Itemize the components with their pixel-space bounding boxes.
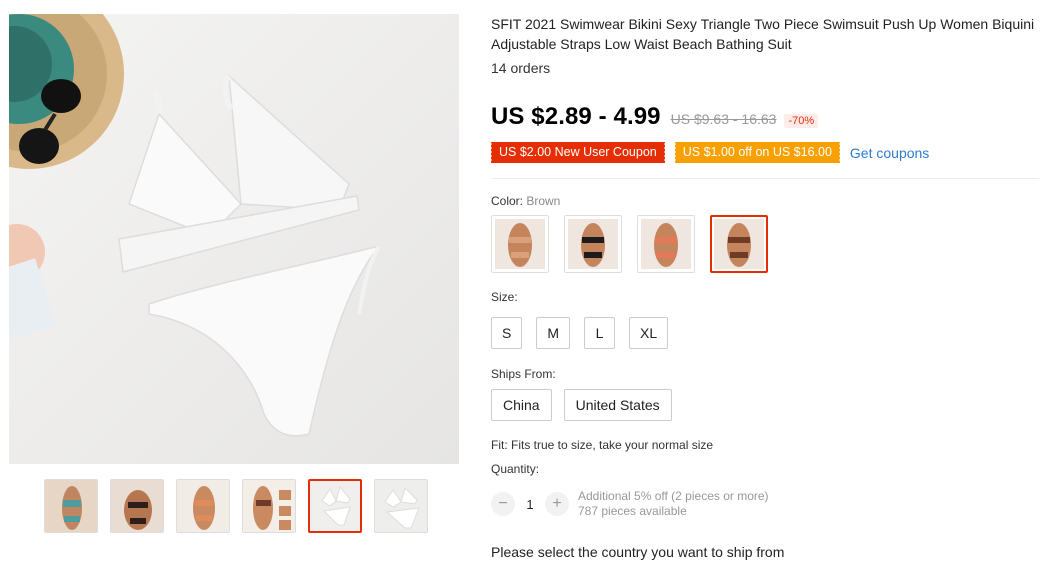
ships-from-china[interactable]: China xyxy=(491,389,552,421)
current-price: US $2.89 - 4.99 xyxy=(491,103,661,130)
quantity-value[interactable]: 1 xyxy=(515,497,545,512)
orders-count: 14 orders xyxy=(491,60,551,76)
discount-badge: -70% xyxy=(784,114,819,128)
ship-country-prompt: Please select the country you want to sh… xyxy=(491,544,785,560)
ships-from-united-states[interactable]: United States xyxy=(563,389,672,421)
product-title: SFIT 2021 Swimwear Bikini Sexy Triangle … xyxy=(491,16,1035,52)
quantity-increase-button[interactable]: + xyxy=(545,492,569,516)
fit-note: Fit: Fits true to size, take your normal… xyxy=(491,438,714,452)
color-selected-value: Brown xyxy=(526,194,561,208)
quantity-stepper: − 1 + Additional 5% off (2 pieces or mor… xyxy=(491,489,1046,519)
color-swatch-1[interactable] xyxy=(491,215,549,273)
price-row: US $2.89 - 4.99 US $9.63 - 16.63 -70% xyxy=(491,103,1046,131)
color-label: Color: Brown xyxy=(491,194,1046,208)
color-swatch-2[interactable] xyxy=(564,215,622,273)
stock-available: 787 pieces available xyxy=(578,504,687,518)
divider xyxy=(491,178,1039,179)
ships-from-label: Ships From: xyxy=(491,367,556,381)
thumbnail-2[interactable] xyxy=(110,479,164,533)
thumbnail-strip xyxy=(44,479,428,533)
size-option-l[interactable]: L xyxy=(584,317,616,349)
thumbnail-5-selected[interactable] xyxy=(308,479,362,533)
bulk-discount-note: Additional 5% off (2 pieces or more) xyxy=(578,489,769,503)
main-product-image xyxy=(9,14,459,464)
thumbnail-1[interactable] xyxy=(44,479,98,533)
quantity-label: Quantity: xyxy=(491,462,540,476)
thumbnail-6[interactable] xyxy=(374,479,428,533)
get-coupons-link[interactable]: Get coupons xyxy=(850,145,929,161)
thumbnail-4[interactable] xyxy=(242,479,296,533)
ships-from-options: China United States xyxy=(491,389,1046,421)
size-options: S M L XL xyxy=(491,317,1046,349)
color-label-text: Color: xyxy=(491,194,527,208)
color-swatch-4-selected[interactable] xyxy=(710,215,768,273)
size-option-m[interactable]: M xyxy=(536,317,571,349)
product-info: SFIT 2021 Swimwear Bikini Sexy Triangle … xyxy=(490,14,1046,560)
color-swatch-3[interactable] xyxy=(637,215,695,273)
size-option-s[interactable]: S xyxy=(491,317,523,349)
coupon-row: US $2.00 New User Coupon US $1.00 off on… xyxy=(490,142,1046,163)
quantity-decrease-button[interactable]: − xyxy=(491,492,515,516)
new-user-coupon[interactable]: US $2.00 New User Coupon xyxy=(490,142,665,163)
original-price: US $9.63 - 16.63 xyxy=(670,111,777,127)
size-option-xl[interactable]: XL xyxy=(629,317,669,349)
color-options xyxy=(491,215,1046,273)
store-coupon[interactable]: US $1.00 off on US $16.00 xyxy=(673,142,840,163)
thumbnail-3[interactable] xyxy=(176,479,230,533)
quantity-note: Additional 5% off (2 pieces or more) 787… xyxy=(578,489,769,519)
size-label: Size: xyxy=(491,290,518,304)
